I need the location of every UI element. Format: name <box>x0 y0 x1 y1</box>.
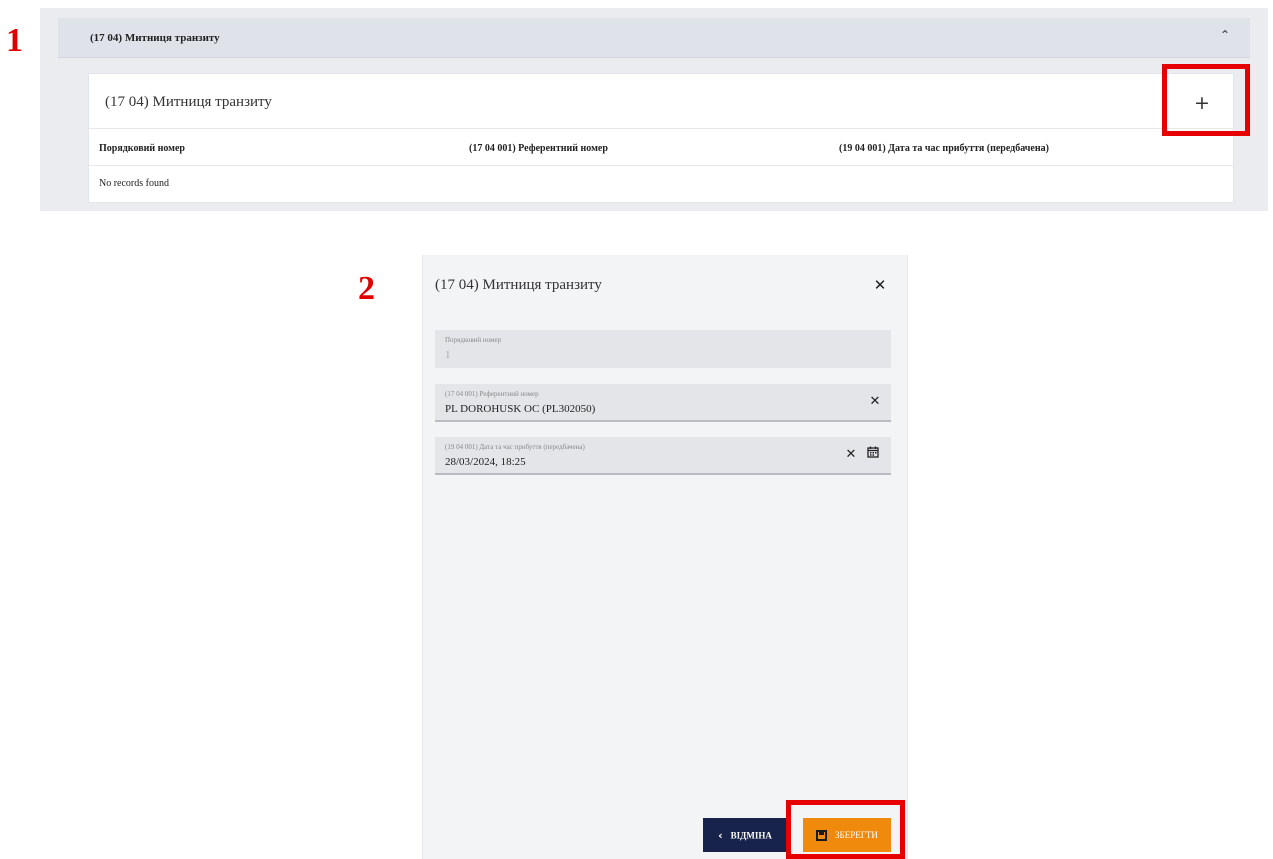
cancel-button[interactable]: ‹ ВІДМІНА <box>703 818 787 852</box>
dialog-title: (17 04) Митниця транзиту <box>435 277 602 293</box>
close-icon[interactable]: ✕ <box>867 273 893 297</box>
clear-icon[interactable]: ✕ <box>841 445 861 465</box>
reference-number-input[interactable] <box>445 403 825 415</box>
card-title: (17 04) Митниця транзиту <box>105 94 272 110</box>
arrival-date-field[interactable]: (19 04 001) Дата та час прибуття (передб… <box>435 437 891 475</box>
reference-number-field[interactable]: (17 04 001) Референтний номер ✕ <box>435 384 891 422</box>
highlight-save-button <box>786 800 905 859</box>
empty-table-message: No records found <box>99 178 169 189</box>
cancel-label: ВІДМІНА <box>730 830 772 840</box>
arrival-date-input[interactable] <box>445 456 825 468</box>
calendar-icon-graphic <box>867 446 879 458</box>
step-number-1: 1 <box>6 22 23 59</box>
column-header-reference-number[interactable]: (17 04 001) Референтний номер <box>469 143 608 154</box>
calendar-icon[interactable] <box>863 445 883 465</box>
field-label: (19 04 001) Дата та час прибуття (передб… <box>445 443 585 451</box>
transit-office-dialog: (17 04) Митниця транзиту ✕ Порядковий но… <box>422 255 908 859</box>
step-number-2: 2 <box>358 270 375 307</box>
highlight-add-button <box>1162 64 1250 136</box>
field-label: (17 04 001) Референтний номер <box>445 390 539 398</box>
field-label: Порядковий номер <box>445 336 502 344</box>
sequence-number-input <box>445 349 825 361</box>
column-header-arrival-date[interactable]: (19 04 001) Дата та час прибуття (передб… <box>839 143 1049 154</box>
chevron-left-icon: ‹ <box>718 828 723 842</box>
clear-icon[interactable]: ✕ <box>865 392 885 412</box>
accordion-header[interactable]: (17 04) Митниця транзиту ⌃ <box>58 18 1250 58</box>
column-header-sequence-number[interactable]: Порядковий номер <box>99 143 185 154</box>
chevron-up-icon[interactable]: ⌃ <box>1220 28 1230 42</box>
accordion-title: (17 04) Митниця транзиту <box>90 32 220 44</box>
sequence-number-field: Порядковий номер <box>435 330 891 368</box>
transit-offices-card: (17 04) Митниця транзиту + Порядковий но… <box>88 73 1234 203</box>
table-header: Порядковий номер (17 04 001) Референтний… <box>89 128 1233 166</box>
